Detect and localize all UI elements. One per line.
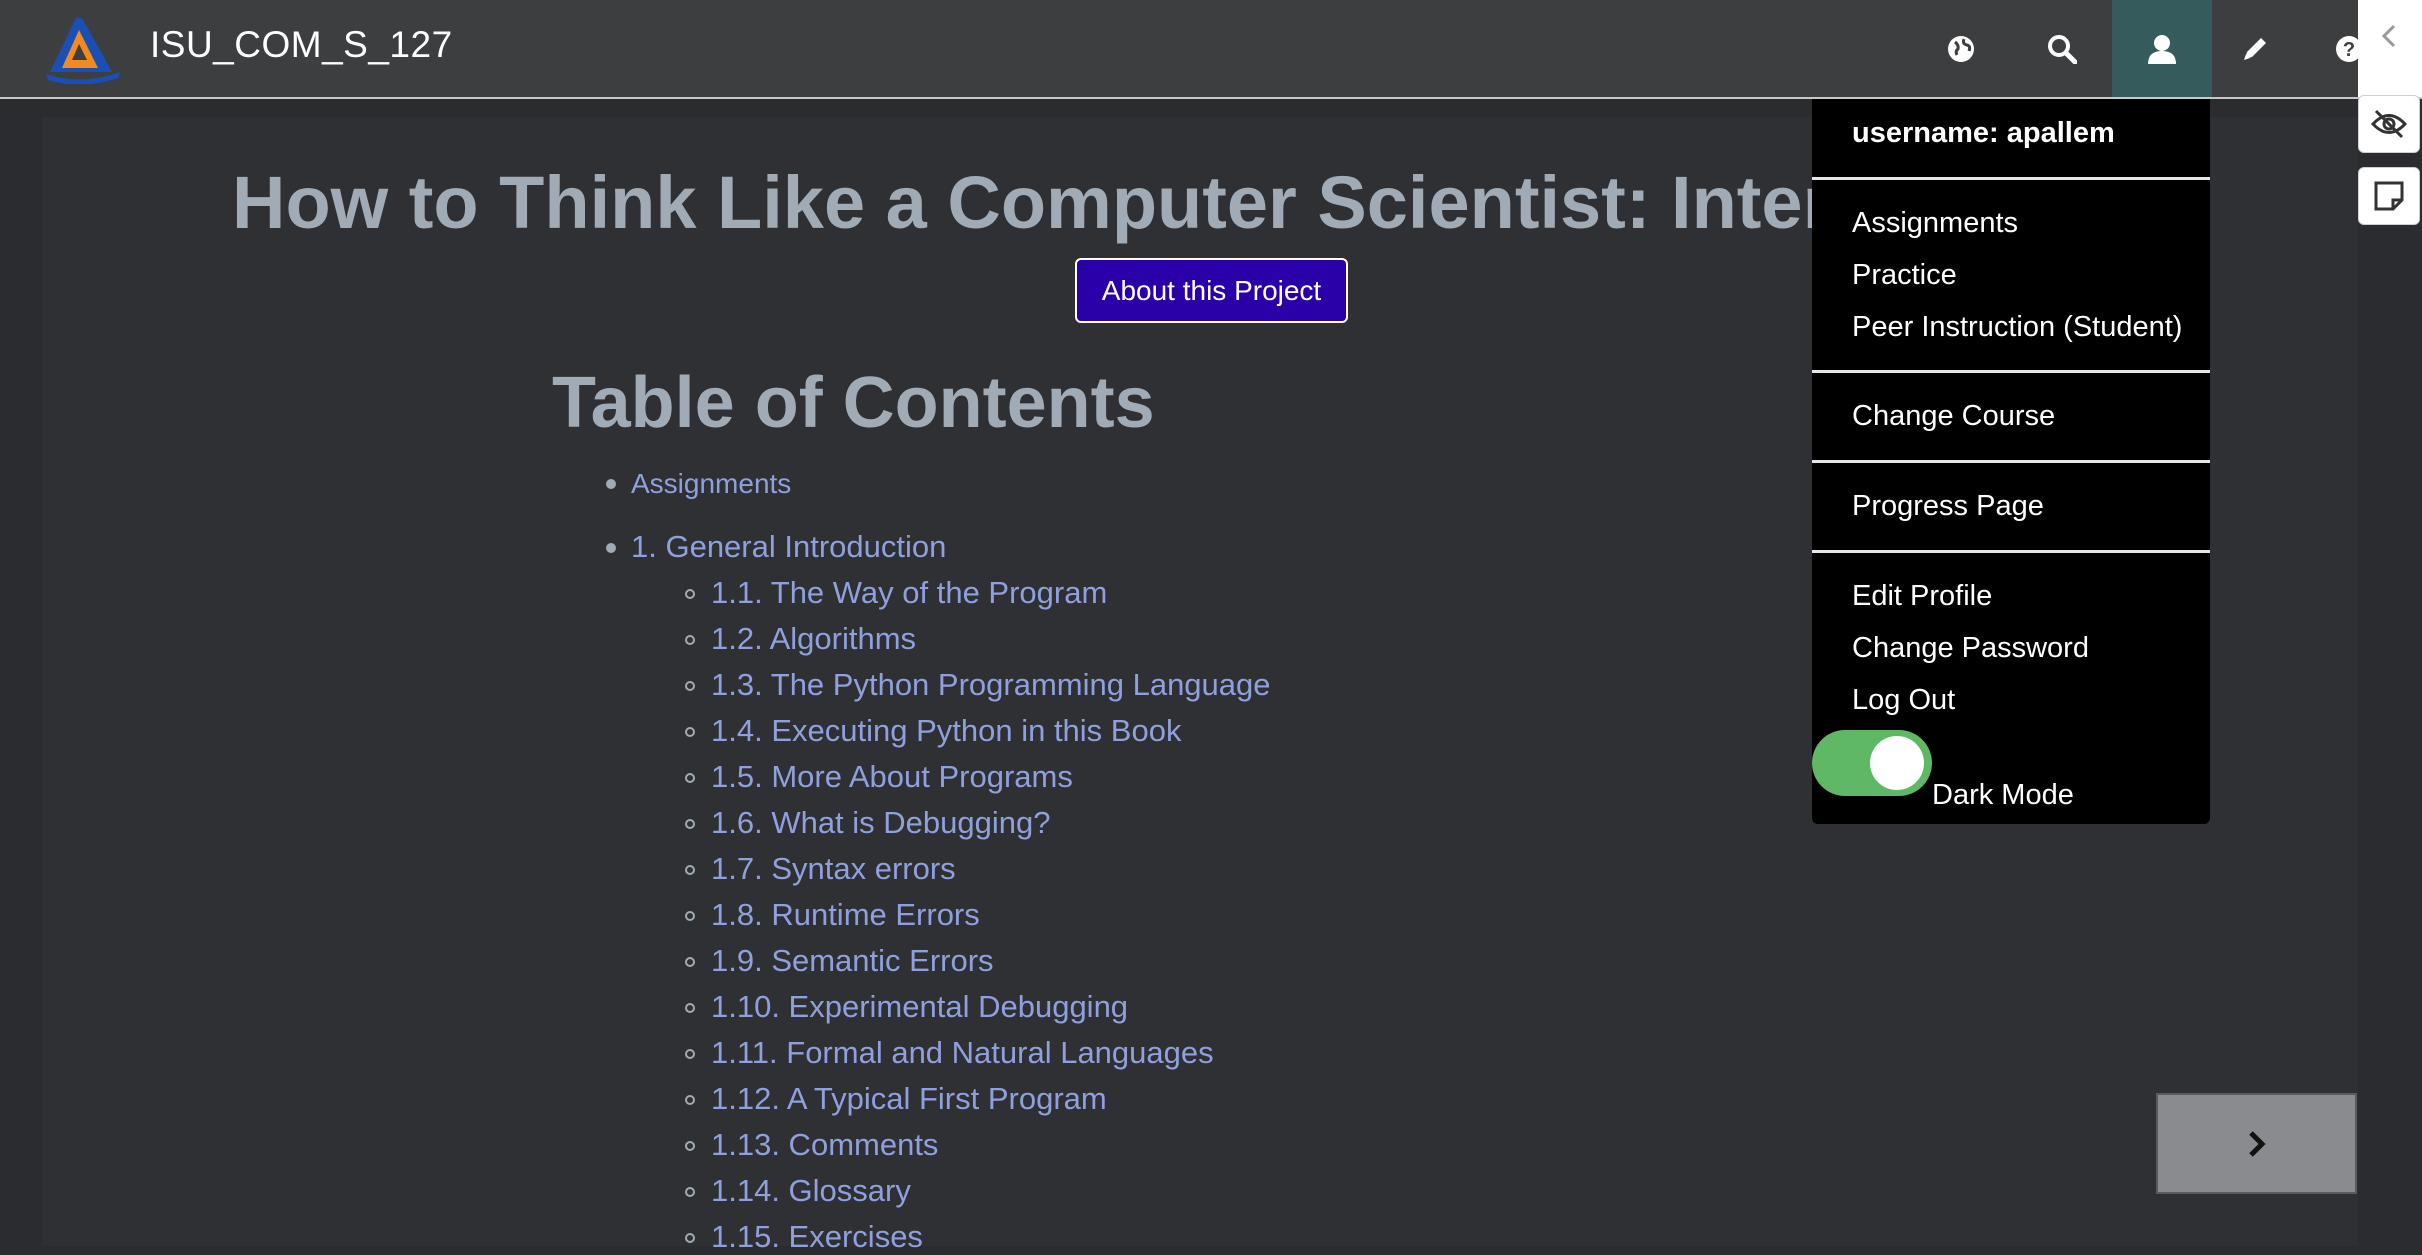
toc-bullet [685,1141,695,1151]
user-dropdown-menu: username: apallem Assignments Practice P… [1812,99,2210,824]
menu-item-log-out[interactable]: Log Out [1852,684,1955,717]
toc-link-chapter-1[interactable]: 1. General Introduction [631,529,946,565]
notes-button[interactable] [2358,167,2420,225]
toc-bullet [606,479,616,489]
toc-link-1-7[interactable]: 1.7. Syntax errors [711,851,956,887]
sidebar-collapse-button[interactable] [2358,0,2422,97]
toc-bullet [685,773,695,783]
book-title: How to Think Like a Computer Scientist: … [232,161,1812,244]
toc-bullet [685,1187,695,1197]
toc-bullet [606,543,616,553]
toc-link-1-13[interactable]: 1.13. Comments [711,1127,938,1163]
runestone-logo[interactable] [42,10,122,84]
search-icon[interactable] [2033,20,2091,78]
menu-divider [1812,460,2210,463]
menu-item-change-course[interactable]: Change Course [1852,400,2055,433]
toc-bullet [685,727,695,737]
svg-text:?: ? [2343,39,2355,61]
toc-link-1-6[interactable]: 1.6. What is Debugging? [711,805,1051,841]
menu-item-assignments[interactable]: Assignments [1852,207,2018,240]
toc-link-1-14[interactable]: 1.14. Glossary [711,1173,911,1209]
toc-link-1-2[interactable]: 1.2. Algorithms [711,621,916,657]
user-menu-tab[interactable] [2112,0,2212,97]
toc-link-1-10[interactable]: 1.10. Experimental Debugging [711,989,1128,1025]
dark-mode-toggle[interactable] [1812,730,1932,796]
about-project-button[interactable]: About this Project [1075,258,1348,323]
menu-item-progress-page[interactable]: Progress Page [1852,490,2044,523]
sticky-note-icon [2374,181,2404,211]
pencil-icon[interactable] [2226,20,2284,78]
toc-bullet [685,589,695,599]
globe-icon[interactable] [1932,20,1990,78]
menu-divider [1812,370,2210,373]
toc-link-assignments[interactable]: Assignments [631,468,791,500]
eye-slash-icon [2370,109,2408,139]
toc-link-1-3[interactable]: 1.3. The Python Programming Language [711,667,1271,703]
next-page-button[interactable] [2156,1093,2357,1194]
menu-item-practice[interactable]: Practice [1852,259,1957,292]
username-label: username: apallem [1852,117,2115,149]
toc-bullet [685,819,695,829]
toc-link-1-15[interactable]: 1.15. Exercises [711,1219,923,1255]
toc-bullet [685,1003,695,1013]
toc-link-1-4[interactable]: 1.4. Executing Python in this Book [711,713,1181,749]
course-title[interactable]: ISU_COM_S_127 [150,24,453,66]
toc-link-1-8[interactable]: 1.8. Runtime Errors [711,897,980,933]
toc-link-1-11[interactable]: 1.11. Formal and Natural Languages [711,1035,1214,1071]
dark-mode-label: Dark Mode [1932,779,2074,811]
toc-link-1-12[interactable]: 1.12. A Typical First Program [711,1081,1107,1117]
toc-bullet [685,865,695,875]
top-navbar: ISU_COM_S_127 ? [0,0,2422,99]
toc-bullet [685,681,695,691]
toc-link-1-5[interactable]: 1.5. More About Programs [711,759,1073,795]
toc-bullet [685,1233,695,1243]
menu-divider [1812,177,2210,180]
chevron-left-icon [2381,24,2396,48]
toc-bullet [685,1049,695,1059]
toc-bullet [685,1095,695,1105]
menu-item-edit-profile[interactable]: Edit Profile [1852,580,1992,613]
chevron-right-icon [2248,1130,2266,1157]
toc-bullet [685,957,695,967]
toc-bullet [685,911,695,921]
toc-link-1-1[interactable]: 1.1. The Way of the Program [711,575,1107,611]
menu-item-change-password[interactable]: Change Password [1852,632,2089,665]
menu-item-peer-instruction[interactable]: Peer Instruction (Student) [1852,311,2182,344]
hide-annotations-button[interactable] [2358,95,2420,153]
toc-link-1-9[interactable]: 1.9. Semantic Errors [711,943,994,979]
user-icon [2148,34,2176,64]
toc-heading: Table of Contents [552,363,1155,443]
toggle-knob [1870,736,1924,790]
toc-bullet [685,635,695,645]
menu-divider [1812,550,2210,553]
